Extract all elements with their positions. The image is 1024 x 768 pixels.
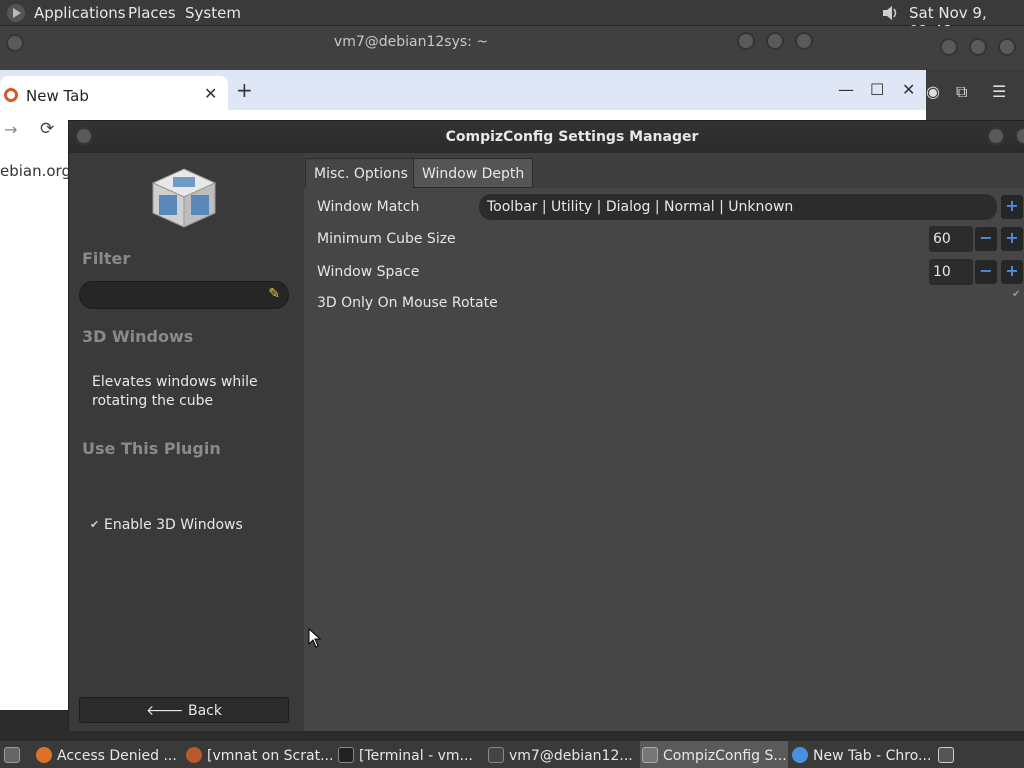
enable-plugin-checkbox[interactable]: ✔ bbox=[90, 518, 99, 531]
minimize-icon[interactable] bbox=[737, 32, 755, 50]
chrome-icon bbox=[792, 747, 808, 763]
task-label: vm7@debian12... bbox=[509, 748, 633, 764]
taskbar-item-active[interactable]: CompizConfig S... bbox=[640, 741, 788, 768]
task-label: [Terminal - vm... bbox=[359, 748, 473, 764]
workspace-switcher[interactable] bbox=[938, 741, 964, 768]
mouse-rotate-label: 3D Only On Mouse Rotate bbox=[317, 295, 498, 311]
task-label: [vmnat on Scrat... bbox=[207, 748, 334, 764]
taskbar-item[interactable]: vm7@debian12... bbox=[488, 741, 636, 768]
filter-heading: Filter bbox=[82, 249, 131, 268]
terminal-icon bbox=[488, 747, 504, 763]
minimize-icon[interactable] bbox=[987, 127, 1005, 145]
3d-windows-plugin-icon bbox=[151, 168, 217, 228]
min-cube-decrement-button[interactable]: − bbox=[975, 227, 997, 251]
firefox-icon bbox=[36, 747, 52, 763]
taskbar-item[interactable]: [Terminal - vm... bbox=[338, 741, 484, 768]
page-link[interactable]: ebian.org bbox=[0, 162, 71, 180]
mouse-rotate-checkbox[interactable]: ✔ bbox=[1012, 289, 1020, 300]
plugin-description: Elevates windows while rotating the cube bbox=[92, 374, 258, 409]
window-match-field[interactable]: Toolbar | Utility | Dialog | Normal | Un… bbox=[479, 194, 997, 220]
menu-system[interactable]: System bbox=[185, 4, 241, 22]
tab-misc-options[interactable]: Misc. Options bbox=[305, 158, 417, 188]
terminal-title: vm7@debian12sys: ~ bbox=[333, 34, 489, 50]
workspace-icon bbox=[938, 747, 954, 763]
clear-filter-icon[interactable]: ✎ bbox=[268, 286, 280, 302]
window-match-label: Window Match bbox=[317, 199, 420, 215]
ccsm-sidebar: Filter ✎ 3D Windows Elevates windows whi… bbox=[69, 153, 304, 731]
window-space-decrement-button[interactable]: − bbox=[975, 260, 997, 284]
minimize-icon[interactable] bbox=[940, 38, 958, 56]
top-panel: Applications Places System Sat Nov 9, 02… bbox=[0, 0, 1024, 40]
maximize-button[interactable]: ☐ bbox=[870, 80, 884, 99]
debian-menu-icon[interactable] bbox=[7, 4, 25, 22]
reload-icon[interactable]: ⟳ bbox=[40, 119, 54, 139]
terminal-window: vm7@debian12sys: ~ bbox=[0, 26, 1024, 70]
filter-input[interactable]: ✎ bbox=[79, 281, 289, 309]
taskbar: Access Denied ... [vmnat on Scrat... [Te… bbox=[0, 740, 1024, 768]
ccsm-window: CompizConfig Settings Manager Filter ✎ 3… bbox=[68, 120, 1024, 731]
tab-title: New Tab bbox=[26, 87, 89, 105]
task-label: CompizConfig S... bbox=[663, 748, 787, 764]
account-icon[interactable]: ◉ bbox=[926, 82, 940, 101]
ccsm-main: Misc. Options Window Depth Window Match … bbox=[304, 153, 1024, 731]
close-icon[interactable] bbox=[795, 32, 813, 50]
firefox-icon bbox=[186, 747, 202, 763]
taskbar-item[interactable]: [vmnat on Scrat... bbox=[186, 741, 336, 768]
min-cube-size-label: Minimum Cube Size bbox=[317, 231, 456, 247]
chrome-tabbar: New Tab ✕ + — ☐ ✕ bbox=[0, 70, 926, 110]
window-space-field[interactable]: 10 bbox=[929, 259, 973, 285]
maximize-icon[interactable] bbox=[766, 32, 784, 50]
min-cube-size-field[interactable]: 60 bbox=[929, 226, 973, 252]
enable-plugin-label[interactable]: Enable 3D Windows bbox=[104, 517, 243, 533]
task-label: New Tab - Chro... bbox=[813, 748, 932, 764]
back-button[interactable]: 🡐 Back bbox=[79, 697, 289, 723]
options-panel: Window Match Toolbar | Utility | Dialog … bbox=[304, 188, 1024, 731]
menu-icon[interactable]: ☰ bbox=[992, 82, 1006, 101]
ccsm-icon bbox=[642, 747, 658, 763]
taskbar-item[interactable]: New Tab - Chro... bbox=[792, 741, 934, 768]
ccsm-titlebar[interactable]: CompizConfig Settings Manager bbox=[69, 121, 1024, 153]
taskbar-item[interactable]: Access Denied ... bbox=[36, 741, 182, 768]
edit-match-button[interactable]: + bbox=[1001, 195, 1023, 219]
desktop-icon bbox=[4, 747, 20, 763]
minimize-button[interactable]: — bbox=[838, 80, 854, 99]
maximize-icon[interactable] bbox=[969, 38, 987, 56]
menu-places[interactable]: Places bbox=[128, 4, 176, 22]
close-icon[interactable] bbox=[998, 38, 1016, 56]
back-arrow-icon: 🡐 bbox=[146, 703, 188, 719]
forward-icon[interactable]: → bbox=[4, 120, 17, 139]
close-button[interactable]: ✕ bbox=[902, 80, 915, 99]
terminal-icon bbox=[338, 747, 354, 763]
window-title: CompizConfig Settings Manager bbox=[445, 129, 699, 145]
tab-close-icon[interactable]: ✕ bbox=[204, 84, 217, 103]
window-space-label: Window Space bbox=[317, 264, 420, 280]
new-tab-button[interactable]: + bbox=[236, 78, 253, 102]
chrome-favicon-icon bbox=[4, 88, 18, 102]
browser-tab[interactable]: New Tab ✕ bbox=[0, 76, 228, 110]
use-plugin-heading: Use This Plugin bbox=[82, 439, 221, 458]
window-space-increment-button[interactable]: + bbox=[1001, 260, 1023, 284]
min-cube-increment-button[interactable]: + bbox=[1001, 227, 1023, 251]
chrome-extensions-area: ◉ ⧉ ☰ bbox=[926, 70, 1024, 120]
extensions-icon[interactable]: ⧉ bbox=[956, 82, 967, 102]
menu-applications[interactable]: Applications bbox=[34, 4, 126, 22]
tab-window-depth[interactable]: Window Depth bbox=[413, 158, 534, 188]
show-desktop-button[interactable] bbox=[4, 741, 30, 768]
plugin-heading: 3D Windows bbox=[82, 327, 194, 346]
back-label: Back bbox=[188, 703, 222, 719]
volume-icon[interactable] bbox=[880, 3, 900, 23]
mouse-cursor-icon bbox=[308, 628, 322, 648]
task-label: Access Denied ... bbox=[57, 748, 177, 764]
